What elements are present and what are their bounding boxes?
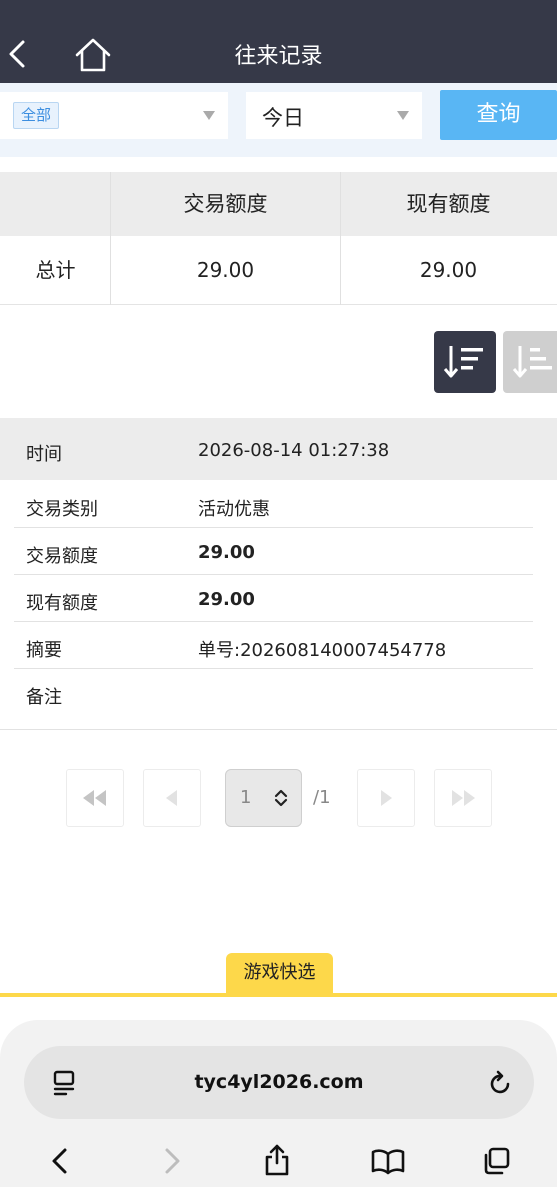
prev-page-icon [166,790,177,806]
reload-icon[interactable] [488,1069,514,1097]
row-value: 29.00 [198,589,255,610]
row-value: 活动优惠 [198,499,270,520]
divider [340,172,341,305]
date-selected-value: 今日 [262,106,304,130]
first-page-icon [83,790,106,806]
record-row: 现有额度 29.00 [0,575,533,622]
chevron-down-icon [203,111,215,120]
row-label: 现有额度 [26,593,98,614]
summary-total-label: 总计 [0,236,111,305]
type-selected-tag[interactable]: 全部 [13,102,60,129]
summary-current-amount: 29.00 [340,236,557,305]
time-label: 时间 [26,444,62,465]
row-label: 交易额度 [26,546,98,567]
stepper-icon [274,789,288,807]
row-label: 摘要 [26,640,62,661]
record-row: 交易类别 活动优惠 [0,481,533,528]
next-page-button[interactable] [357,769,415,827]
record-row: 摘要 单号:202608140007454778 [0,622,533,669]
row-label: 备注 [26,687,62,708]
url-text: tyc4yl2026.com [194,1071,364,1093]
current-page: 1 [240,787,252,808]
top-nav-bar: 往来记录 [0,0,557,83]
sort-desc-icon [443,346,483,378]
tabs-icon[interactable] [481,1146,511,1176]
summary-header-trade: 交易额度 [111,172,340,236]
chevron-down-icon [397,111,409,120]
address-bar[interactable]: tyc4yl2026.com [24,1046,534,1119]
record-time-row: 时间 2026-08-14 01:27:38 [0,418,557,480]
sort-asc-icon [512,346,552,378]
prev-page-button[interactable] [143,769,201,827]
summary-header-blank [0,172,111,236]
record-row: 备注 [0,669,533,716]
query-button[interactable]: 查询 [440,90,557,140]
type-select[interactable]: 全部 [0,92,228,139]
page-title: 往来记录 [234,44,323,69]
last-page-icon [452,790,475,806]
time-value: 2026-08-14 01:27:38 [198,440,390,461]
next-page-icon [381,790,392,806]
browser-back-icon[interactable] [48,1147,72,1175]
browser-forward-icon[interactable] [160,1147,184,1175]
filter-bar: 全部 今日 查询 [0,83,557,157]
summary-header-current: 现有额度 [340,172,557,236]
last-page-button[interactable] [434,769,492,827]
sort-asc-button[interactable] [503,331,557,393]
row-label: 交易类别 [26,499,98,520]
divider [110,172,111,305]
game-quick-select-tab[interactable]: 游戏快选 [226,953,333,993]
row-value: 单号:202608140007454778 [198,640,447,661]
share-icon[interactable] [263,1143,291,1177]
page-total: /1 [313,787,331,808]
bookmarks-icon[interactable] [371,1147,405,1175]
divider [0,729,557,730]
summary-trade-amount: 29.00 [111,236,340,305]
sort-desc-button[interactable] [434,331,496,393]
quick-select-line [0,993,557,997]
record-row: 交易额度 29.00 [0,528,533,575]
row-value: 29.00 [198,542,255,563]
page-number-select[interactable]: 1 [225,769,302,827]
date-select[interactable]: 今日 [246,92,422,139]
first-page-button[interactable] [66,769,124,827]
